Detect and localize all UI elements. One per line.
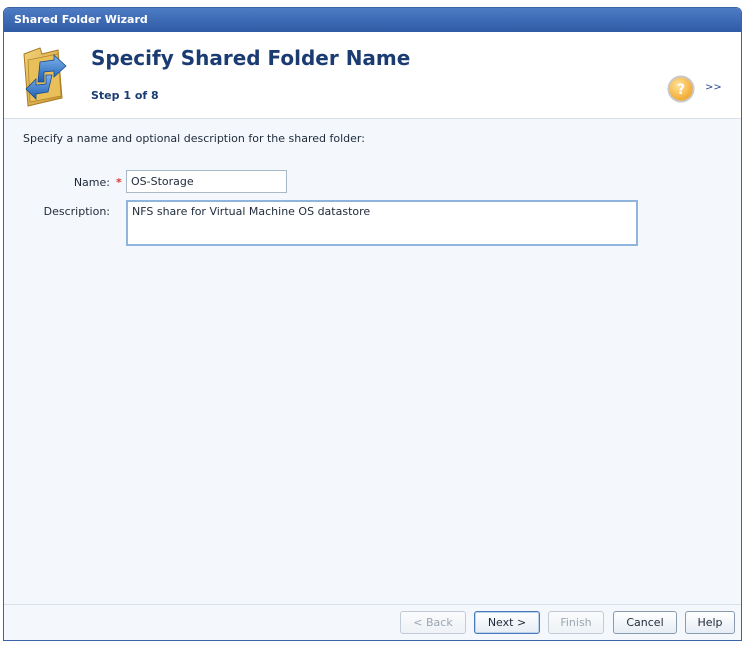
page-title: Specify Shared Folder Name [91, 46, 411, 70]
instruction-text: Specify a name and optional description … [23, 132, 365, 145]
required-marker: * [116, 176, 122, 189]
question-icon[interactable]: ? [667, 75, 695, 103]
window-title: Shared Folder Wizard [4, 8, 741, 32]
wizard-dialog: Shared Folder Wizard Specify Shared Fold… [3, 7, 742, 641]
wizard-content: Specify a name and optional description … [4, 119, 741, 609]
step-indicator: Step 1 of 8 [91, 89, 159, 102]
description-field[interactable]: NFS share for Virtual Machine OS datasto… [126, 200, 638, 246]
next-button[interactable]: Next > [474, 611, 540, 634]
back-button[interactable]: < Back [400, 611, 466, 634]
name-label: Name: [73, 176, 110, 189]
cancel-button[interactable]: Cancel [613, 611, 677, 634]
svg-text:?: ? [677, 82, 685, 98]
expand-steps-link[interactable]: >> [705, 82, 722, 93]
wizard-footer: < Back Next > Finish Cancel Help [4, 604, 741, 640]
finish-button[interactable]: Finish [548, 611, 604, 634]
help-button[interactable]: Help [685, 611, 735, 634]
shared-folder-icon [23, 47, 67, 107]
name-field[interactable] [126, 170, 287, 193]
description-label: Description: [43, 205, 110, 218]
wizard-header: Specify Shared Folder Name Step 1 of 8 ?… [4, 32, 741, 119]
